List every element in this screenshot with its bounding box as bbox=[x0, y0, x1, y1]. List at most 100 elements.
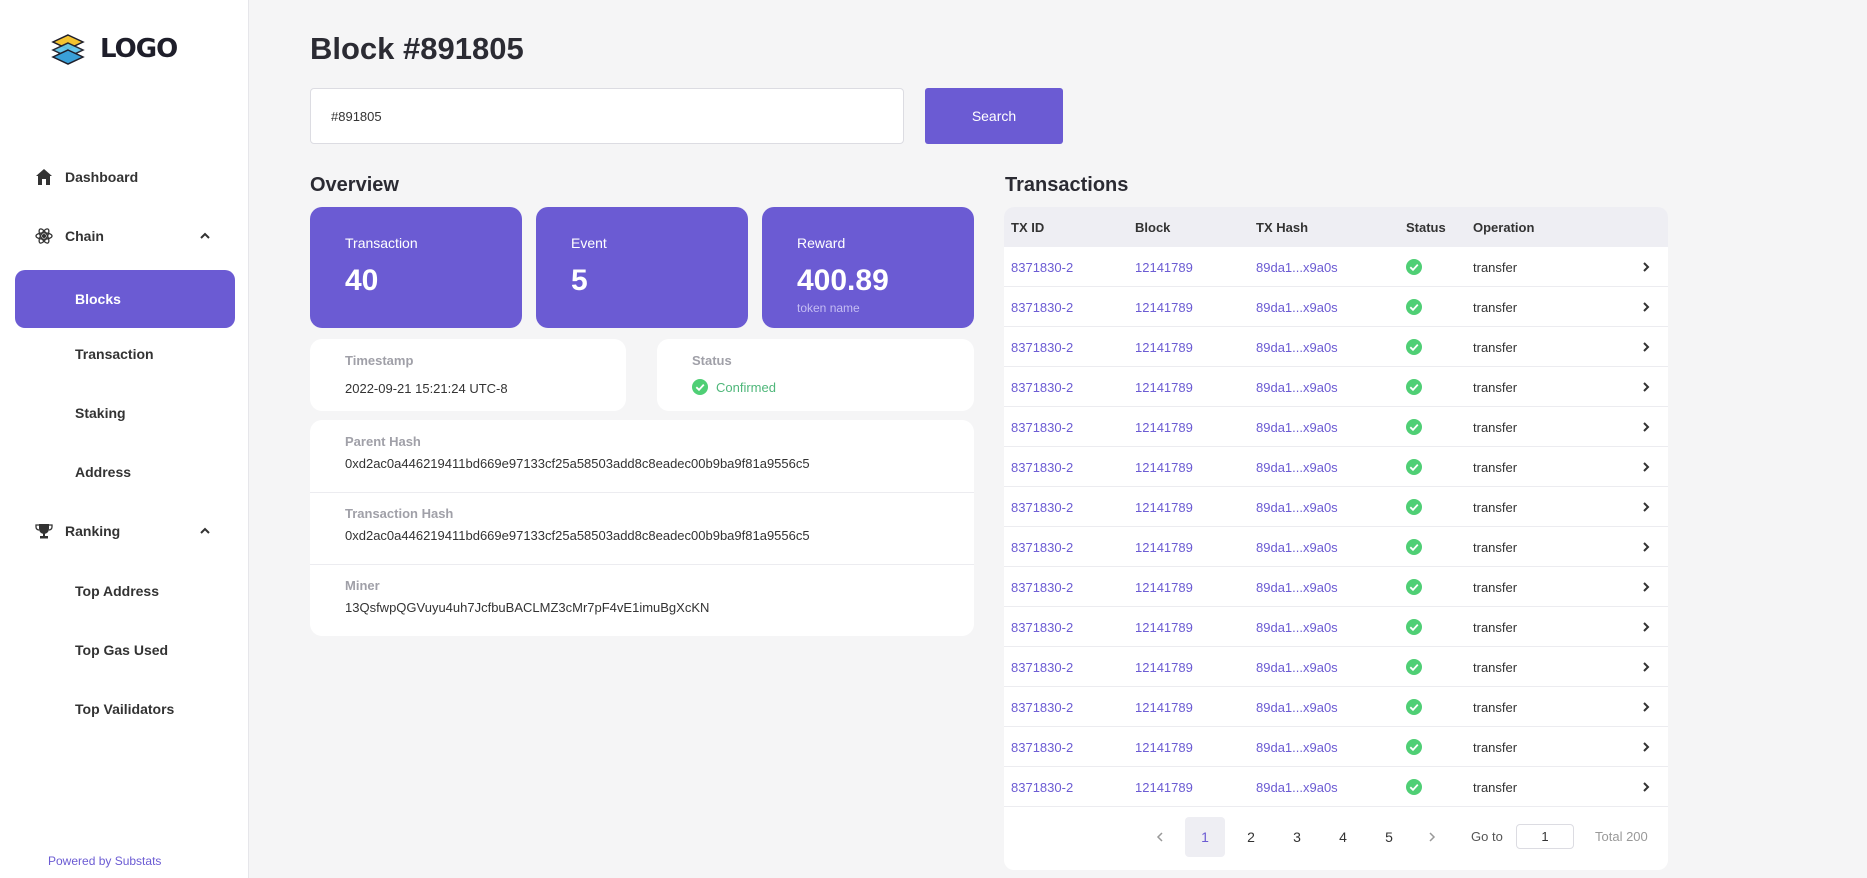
block-link[interactable]: 12141789 bbox=[1135, 740, 1193, 755]
logo[interactable]: LOGO bbox=[50, 31, 178, 67]
powered-by-link[interactable]: Powered by Substats bbox=[48, 854, 161, 868]
check-circle-icon bbox=[1406, 579, 1422, 595]
block-link[interactable]: 12141789 bbox=[1135, 340, 1193, 355]
tx-id-link[interactable]: 8371830-2 bbox=[1011, 660, 1073, 675]
table-row[interactable]: 8371830-2 12141789 89da1...x9a0s transfer bbox=[1004, 567, 1668, 607]
page-3-button[interactable]: 3 bbox=[1277, 817, 1317, 857]
search-button[interactable]: Search bbox=[925, 88, 1063, 144]
tx-hash-link[interactable]: 89da1...x9a0s bbox=[1256, 740, 1338, 755]
chevron-right-icon[interactable] bbox=[1639, 700, 1653, 714]
tx-hash-link[interactable]: 89da1...x9a0s bbox=[1256, 580, 1338, 595]
nav-ranking[interactable]: Ranking bbox=[0, 511, 249, 551]
nav-staking[interactable]: Staking bbox=[75, 405, 126, 421]
block-link[interactable]: 12141789 bbox=[1135, 660, 1193, 675]
block-link[interactable]: 12141789 bbox=[1135, 300, 1193, 315]
chevron-right-icon[interactable] bbox=[1639, 340, 1653, 354]
page-5-button[interactable]: 5 bbox=[1369, 817, 1409, 857]
tx-id-link[interactable]: 8371830-2 bbox=[1011, 740, 1073, 755]
chevron-right-icon[interactable] bbox=[1639, 420, 1653, 434]
nav-address[interactable]: Address bbox=[75, 464, 131, 480]
tx-id-link[interactable]: 8371830-2 bbox=[1011, 340, 1073, 355]
table-row[interactable]: 8371830-2 12141789 89da1...x9a0s transfer bbox=[1004, 607, 1668, 647]
table-row[interactable]: 8371830-2 12141789 89da1...x9a0s transfer bbox=[1004, 647, 1668, 687]
nav-chain[interactable]: Chain bbox=[0, 216, 249, 256]
nav-blocks[interactable]: Blocks bbox=[15, 270, 235, 328]
tx-id-link[interactable]: 8371830-2 bbox=[1011, 420, 1073, 435]
tx-id-link[interactable]: 8371830-2 bbox=[1011, 540, 1073, 555]
block-link[interactable]: 12141789 bbox=[1135, 540, 1193, 555]
chevron-right-icon[interactable] bbox=[1639, 460, 1653, 474]
table-row[interactable]: 8371830-2 12141789 89da1...x9a0s transfer bbox=[1004, 527, 1668, 567]
table-row[interactable]: 8371830-2 12141789 89da1...x9a0s transfer bbox=[1004, 487, 1668, 527]
tx-id-link[interactable]: 8371830-2 bbox=[1011, 300, 1073, 315]
table-row[interactable]: 8371830-2 12141789 89da1...x9a0s transfer bbox=[1004, 287, 1668, 327]
tx-hash-link[interactable]: 89da1...x9a0s bbox=[1256, 700, 1338, 715]
tx-id-link[interactable]: 8371830-2 bbox=[1011, 620, 1073, 635]
table-row[interactable]: 8371830-2 12141789 89da1...x9a0s transfer bbox=[1004, 447, 1668, 487]
page-1-button[interactable]: 1 bbox=[1185, 817, 1225, 857]
chevron-right-icon[interactable] bbox=[1639, 740, 1653, 754]
block-link[interactable]: 12141789 bbox=[1135, 500, 1193, 515]
chevron-right-icon[interactable] bbox=[1639, 580, 1653, 594]
chevron-right-icon[interactable] bbox=[1639, 780, 1653, 794]
block-link[interactable]: 12141789 bbox=[1135, 420, 1193, 435]
chevron-right-icon[interactable] bbox=[1639, 260, 1653, 274]
reward-stat-label: Reward bbox=[797, 235, 846, 251]
chevron-right-icon[interactable] bbox=[1639, 300, 1653, 314]
table-row[interactable]: 8371830-2 12141789 89da1...x9a0s transfer bbox=[1004, 407, 1668, 447]
block-link[interactable]: 12141789 bbox=[1135, 260, 1193, 275]
search-input[interactable] bbox=[310, 88, 904, 144]
tx-id-link[interactable]: 8371830-2 bbox=[1011, 460, 1073, 475]
table-row[interactable]: 8371830-2 12141789 89da1...x9a0s transfer bbox=[1004, 767, 1668, 807]
nav-top-address[interactable]: Top Address bbox=[75, 583, 159, 599]
goto-page-input[interactable] bbox=[1516, 824, 1574, 849]
tx-hash-link[interactable]: 89da1...x9a0s bbox=[1256, 780, 1338, 795]
event-stat-value: 5 bbox=[571, 264, 588, 297]
tx-hash-link[interactable]: 89da1...x9a0s bbox=[1256, 660, 1338, 675]
block-link[interactable]: 12141789 bbox=[1135, 620, 1193, 635]
chevron-right-icon[interactable] bbox=[1639, 620, 1653, 634]
tx-hash-link[interactable]: 89da1...x9a0s bbox=[1256, 500, 1338, 515]
table-row[interactable]: 8371830-2 12141789 89da1...x9a0s transfer bbox=[1004, 327, 1668, 367]
reward-stat-card: Reward 400.89 token name bbox=[762, 207, 974, 328]
chevron-right-icon[interactable] bbox=[1639, 380, 1653, 394]
tx-hash-link[interactable]: 89da1...x9a0s bbox=[1256, 620, 1338, 635]
nav-transaction[interactable]: Transaction bbox=[75, 346, 154, 362]
chevron-right-icon[interactable] bbox=[1639, 500, 1653, 514]
tx-id-link[interactable]: 8371830-2 bbox=[1011, 780, 1073, 795]
tx-hash-link[interactable]: 89da1...x9a0s bbox=[1256, 460, 1338, 475]
nav-top-gas-used[interactable]: Top Gas Used bbox=[75, 642, 168, 658]
tx-id-link[interactable]: 8371830-2 bbox=[1011, 500, 1073, 515]
tx-hash-link[interactable]: 89da1...x9a0s bbox=[1256, 260, 1338, 275]
tx-hash-link[interactable]: 89da1...x9a0s bbox=[1256, 420, 1338, 435]
chevron-up-icon[interactable] bbox=[198, 229, 212, 243]
tx-hash-link[interactable]: 89da1...x9a0s bbox=[1256, 540, 1338, 555]
table-row[interactable]: 8371830-2 12141789 89da1...x9a0s transfer bbox=[1004, 687, 1668, 727]
page-2-button[interactable]: 2 bbox=[1231, 817, 1271, 857]
block-link[interactable]: 12141789 bbox=[1135, 780, 1193, 795]
chevron-up-icon[interactable] bbox=[198, 524, 212, 538]
chevron-right-icon[interactable] bbox=[1639, 540, 1653, 554]
nav-dashboard[interactable]: Dashboard bbox=[0, 157, 249, 197]
page-4-button[interactable]: 4 bbox=[1323, 817, 1363, 857]
block-link[interactable]: 12141789 bbox=[1135, 380, 1193, 395]
tx-hash-link[interactable]: 89da1...x9a0s bbox=[1256, 340, 1338, 355]
operation-value: transfer bbox=[1473, 620, 1518, 635]
tx-id-link[interactable]: 8371830-2 bbox=[1011, 580, 1073, 595]
chevron-right-icon[interactable] bbox=[1639, 660, 1653, 674]
block-link[interactable]: 12141789 bbox=[1135, 580, 1193, 595]
tx-hash-link[interactable]: 89da1...x9a0s bbox=[1256, 380, 1338, 395]
table-row[interactable]: 8371830-2 12141789 89da1...x9a0s transfer bbox=[1004, 367, 1668, 407]
check-circle-icon bbox=[1406, 259, 1422, 275]
tx-id-link[interactable]: 8371830-2 bbox=[1011, 260, 1073, 275]
tx-id-link[interactable]: 8371830-2 bbox=[1011, 380, 1073, 395]
tx-hash-link[interactable]: 89da1...x9a0s bbox=[1256, 300, 1338, 315]
block-link[interactable]: 12141789 bbox=[1135, 460, 1193, 475]
tx-id-link[interactable]: 8371830-2 bbox=[1011, 700, 1073, 715]
nav-top-validators[interactable]: Top Vailidators bbox=[75, 701, 174, 717]
chevron-right-icon[interactable] bbox=[1426, 830, 1438, 844]
chevron-left-icon[interactable] bbox=[1154, 830, 1166, 844]
table-row[interactable]: 8371830-2 12141789 89da1...x9a0s transfer bbox=[1004, 247, 1668, 287]
table-row[interactable]: 8371830-2 12141789 89da1...x9a0s transfer bbox=[1004, 727, 1668, 767]
block-link[interactable]: 12141789 bbox=[1135, 700, 1193, 715]
